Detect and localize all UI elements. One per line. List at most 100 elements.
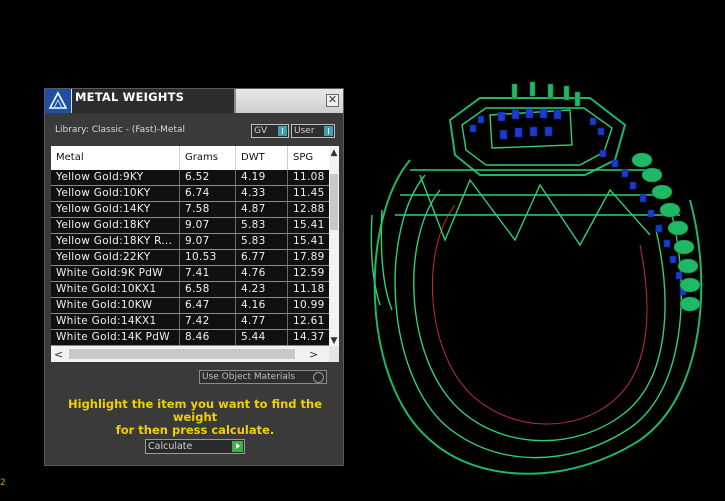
cell-divider bbox=[179, 282, 180, 297]
column-header-grams[interactable]: Grams bbox=[185, 152, 218, 163]
vertical-scroll-thumb[interactable] bbox=[330, 174, 338, 230]
use-object-materials-checkbox[interactable]: Use Object Materials bbox=[199, 370, 327, 384]
cell-spg: 10.99 bbox=[293, 299, 325, 311]
titlebar-divider bbox=[234, 89, 236, 113]
table-row[interactable]: White Gold:14K PdW 8.46 5.44 14.37 bbox=[51, 330, 329, 346]
cell-divider bbox=[287, 330, 288, 345]
cell-divider bbox=[235, 218, 236, 233]
cell-spg: 14.37 bbox=[293, 331, 325, 343]
cell-dwt: 4.87 bbox=[241, 203, 266, 215]
panel-title: METAL WEIGHTS bbox=[72, 89, 234, 113]
cell-grams: 7.42 bbox=[185, 315, 210, 327]
table-row[interactable]: Yellow Gold:9KY 6.52 4.19 11.08 bbox=[51, 170, 329, 186]
cell-divider bbox=[235, 234, 236, 249]
cell-metal: Yellow Gold:10KY bbox=[56, 187, 151, 199]
cell-grams: 10.53 bbox=[185, 251, 217, 263]
cell-metal: White Gold:9K PdW bbox=[56, 267, 163, 279]
table-row[interactable]: Yellow Gold:10KY 6.74 4.33 11.45 bbox=[51, 186, 329, 202]
cell-metal: Yellow Gold:22KY bbox=[56, 251, 151, 263]
cell-divider bbox=[287, 234, 288, 249]
cell-divider bbox=[235, 170, 236, 185]
metal-table[interactable]: Metal Grams DWT SPG Yellow Gold:9KY 6.52 4… bbox=[51, 146, 339, 362]
cell-divider bbox=[179, 218, 180, 233]
toggle-switch-icon bbox=[278, 126, 287, 136]
table-row[interactable]: White Gold:9K PdW 7.41 4.76 12.59 bbox=[51, 266, 329, 282]
close-icon: ✕ bbox=[327, 93, 338, 106]
column-header-dwt[interactable]: DWT bbox=[241, 152, 265, 163]
scroll-down-icon[interactable]: ▼ bbox=[329, 336, 339, 346]
cell-divider bbox=[235, 186, 236, 201]
cell-divider bbox=[235, 266, 236, 281]
cell-grams: 6.47 bbox=[185, 299, 210, 311]
cell-spg: 12.59 bbox=[293, 267, 325, 279]
table-row[interactable]: White Gold:14KX1 7.42 4.77 12.61 bbox=[51, 314, 329, 330]
cell-metal: Yellow Gold:18KY bbox=[56, 219, 151, 231]
table-row[interactable]: Yellow Gold:14KY 7.58 4.87 12.88 bbox=[51, 202, 329, 218]
cell-metal: White Gold:10KW bbox=[56, 299, 153, 311]
column-divider bbox=[179, 146, 180, 170]
cell-metal: White Gold:14K PdW bbox=[56, 331, 170, 343]
cell-spg: 12.88 bbox=[293, 203, 325, 215]
table-body: Yellow Gold:9KY 6.52 4.19 11.08 Yellow Gold… bbox=[51, 170, 329, 346]
cell-divider bbox=[287, 266, 288, 281]
cell-dwt: 4.19 bbox=[241, 171, 266, 183]
cell-divider bbox=[235, 202, 236, 217]
vertical-scrollbar[interactable]: ▲ ▼ bbox=[329, 146, 339, 346]
cell-divider bbox=[179, 234, 180, 249]
app-logo-icon bbox=[45, 89, 71, 113]
cell-divider bbox=[287, 202, 288, 217]
cell-spg: 17.89 bbox=[293, 251, 325, 263]
instruction-text: Highlight the item you want to find the … bbox=[55, 398, 335, 437]
cell-dwt: 5.44 bbox=[241, 331, 266, 343]
cell-spg: 11.18 bbox=[293, 283, 325, 295]
cell-divider bbox=[287, 170, 288, 185]
table-row[interactable]: Yellow Gold:18KY 9.07 5.83 15.41 bbox=[51, 218, 329, 234]
radio-icon bbox=[313, 372, 324, 383]
horizontal-scrollbar[interactable]: < > bbox=[51, 346, 329, 362]
toggle-switch-icon bbox=[324, 126, 333, 136]
column-header-spg[interactable]: SPG bbox=[293, 152, 313, 163]
cell-divider bbox=[235, 330, 236, 345]
cell-metal: Yellow Gold:14KY bbox=[56, 203, 151, 215]
cell-divider bbox=[287, 298, 288, 313]
panel-titlebar[interactable]: METAL WEIGHTS ✕ bbox=[45, 89, 343, 113]
table-row[interactable]: White Gold:10KX1 6.58 4.23 11.18 bbox=[51, 282, 329, 298]
cell-dwt: 4.23 bbox=[241, 283, 266, 295]
cell-dwt: 5.83 bbox=[241, 219, 266, 231]
cell-divider bbox=[287, 314, 288, 329]
scroll-up-icon[interactable]: ▲ bbox=[329, 148, 339, 158]
cell-dwt: 4.16 bbox=[241, 299, 266, 311]
cell-metal: Yellow Gold:18KY R... bbox=[56, 235, 173, 247]
cell-divider bbox=[179, 202, 180, 217]
cell-divider bbox=[179, 298, 180, 313]
cell-divider bbox=[179, 330, 180, 345]
cell-divider bbox=[235, 282, 236, 297]
cell-grams: 7.58 bbox=[185, 203, 210, 215]
table-row[interactable]: Yellow Gold:22KY 10.53 6.77 17.89 bbox=[51, 250, 329, 266]
cell-spg: 12.61 bbox=[293, 315, 325, 327]
gv-toggle[interactable]: GV bbox=[251, 124, 289, 138]
cell-divider bbox=[287, 218, 288, 233]
cell-divider bbox=[179, 266, 180, 281]
cell-dwt: 6.77 bbox=[241, 251, 266, 263]
horizontal-scroll-thumb[interactable] bbox=[69, 349, 295, 359]
scroll-right-icon[interactable]: > bbox=[309, 348, 318, 361]
calculate-button[interactable]: Calculate bbox=[145, 439, 245, 454]
column-header-metal[interactable]: Metal bbox=[56, 152, 84, 163]
column-divider bbox=[287, 146, 288, 170]
cell-metal: White Gold:14KX1 bbox=[56, 315, 157, 327]
scroll-left-icon[interactable]: < bbox=[54, 348, 63, 361]
cell-divider bbox=[179, 170, 180, 185]
cell-dwt: 4.33 bbox=[241, 187, 266, 199]
user-toggle-label: User bbox=[294, 126, 315, 136]
cell-grams: 6.58 bbox=[185, 283, 210, 295]
cell-divider bbox=[235, 250, 236, 265]
close-button[interactable]: ✕ bbox=[326, 94, 339, 107]
viewport-corner-label: 2 bbox=[0, 478, 6, 488]
cell-divider bbox=[179, 186, 180, 201]
user-toggle[interactable]: User bbox=[291, 124, 335, 138]
cell-grams: 7.41 bbox=[185, 267, 210, 279]
cell-spg: 11.45 bbox=[293, 187, 325, 199]
table-row[interactable]: Yellow Gold:18KY R... 9.07 5.83 15.41 bbox=[51, 234, 329, 250]
table-row[interactable]: White Gold:10KW 6.47 4.16 10.99 bbox=[51, 298, 329, 314]
